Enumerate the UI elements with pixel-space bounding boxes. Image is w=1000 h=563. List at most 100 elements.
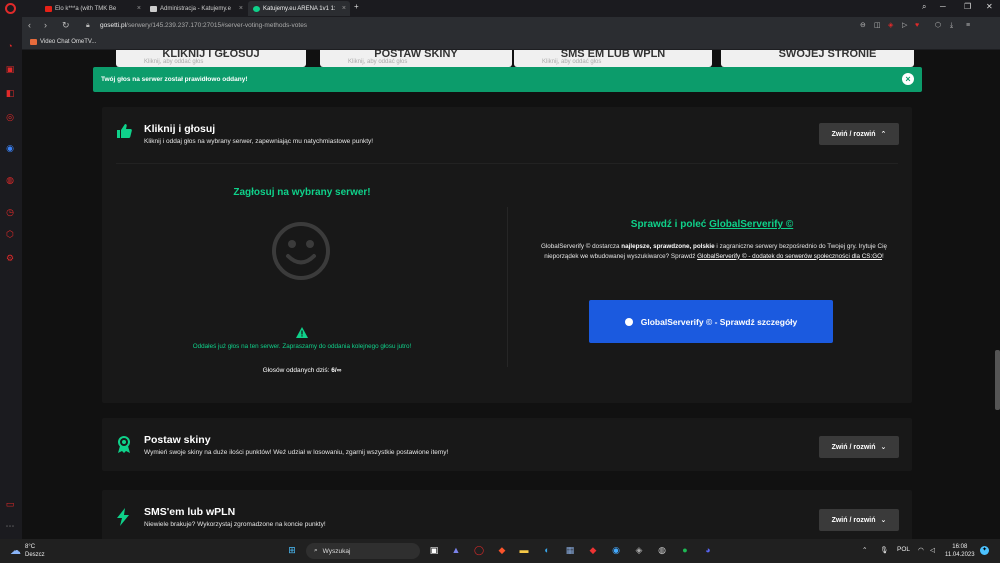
settings-icon[interactable]: ⚙: [5, 253, 15, 263]
tab-label: Administracja - Katujemy.e: [160, 5, 231, 12]
edge-icon[interactable]: ◐: [541, 544, 553, 556]
discord-icon[interactable]: ◕: [702, 544, 714, 556]
success-toast: Twój głos na serwer został prawidłowo od…: [93, 67, 922, 92]
ometv-icon: [30, 39, 37, 45]
reload-icon[interactable]: ↻: [62, 20, 70, 31]
url-field[interactable]: gosetti.pl/serwery/145.239.237.170:27015…: [100, 22, 307, 29]
clock[interactable]: 16:08 11.04.2023: [945, 543, 975, 559]
section-description: Wymień swoje skiny na duże ilości punktó…: [144, 449, 449, 456]
send-icon[interactable]: ▷: [902, 22, 909, 29]
search-placeholder: Wyszukaj: [322, 547, 351, 555]
speed-dial-icon[interactable]: ◔: [5, 41, 15, 51]
card-subtitle: Kliknij, aby oddać głos: [542, 59, 602, 65]
maximize-icon[interactable]: ❐: [964, 2, 971, 11]
close-tab-icon[interactable]: ×: [342, 5, 346, 12]
notification-icon[interactable]: ✦: [980, 546, 989, 555]
opera-taskbar-icon[interactable]: ◯: [473, 544, 485, 556]
steam-icon[interactable]: ◍: [656, 544, 668, 556]
brave-icon[interactable]: ◆: [496, 544, 508, 556]
globalserverify-heading: Sprawdź i poleć GlobalServerify ©: [532, 219, 892, 230]
card-own-site[interactable]: SWOJEJ STRONIE: [721, 50, 914, 67]
scrollbar[interactable]: [995, 350, 1000, 410]
card-sms[interactable]: SMS EM LUB WPLN Kliknij, aby oddać głos: [514, 50, 712, 67]
history-icon[interactable]: ◷: [5, 207, 15, 217]
section-title: Postaw skiny: [144, 434, 211, 446]
bookmarks-bar: Video Chat OmeTV...: [22, 36, 1000, 50]
opera-logo-icon[interactable]: [5, 3, 16, 14]
globalserverify-link[interactable]: GlobalServerify ©: [709, 219, 793, 230]
shopping-bag-icon[interactable]: ▣: [5, 64, 15, 74]
taskbar-search[interactable]: ⌕ Wyszukaj: [306, 543, 420, 559]
voting-method-cards: KLIKNIJ I GŁOSUJ Kliknij, aby oddać głos…: [22, 50, 1000, 67]
tab-katujemy[interactable]: Katujemy.eu ARENA 1v1 1: ×: [248, 1, 350, 16]
section-title: SMS'em lub wPLN: [144, 506, 236, 518]
weather-condition: Deszcz: [25, 552, 45, 558]
instagram-icon[interactable]: ◎: [5, 112, 15, 122]
toast-close-button[interactable]: ×: [902, 73, 914, 85]
language-indicator[interactable]: POL: [897, 546, 910, 553]
warning-icon: [296, 325, 308, 338]
section-description: Niewiele brakuje? Wykorzystaj zgromadzon…: [144, 521, 326, 528]
page-content: KLIKNIJ I GŁOSUJ Kliknij, aby oddać głos…: [22, 50, 1000, 539]
section-description: Kliknij i oddaj głos na wybrany serwer, …: [144, 138, 374, 145]
extensions-icon[interactable]: ⬡: [935, 22, 942, 29]
music-icon[interactable]: ◍: [5, 175, 15, 185]
tab-label: Katujemy.eu ARENA 1v1 1:: [263, 5, 336, 12]
close-window-icon[interactable]: ✕: [986, 2, 993, 11]
card-skins[interactable]: POSTAW SKINY Kliknij, aby oddać głos: [320, 50, 512, 67]
twitch-icon[interactable]: ◧: [5, 88, 15, 98]
app-icon[interactable]: ◈: [633, 544, 645, 556]
wifi-icon[interactable]: ◠: [918, 546, 924, 554]
smiley-icon: [271, 221, 331, 281]
adblock-icon[interactable]: ◈: [888, 22, 895, 29]
camera-icon[interactable]: ◫: [874, 22, 881, 29]
tab-admin[interactable]: Administracja - Katujemy.e ×: [145, 1, 247, 16]
bookmark-ometv[interactable]: Video Chat OmeTV...: [30, 39, 96, 45]
toggle-label: Zwiń / rozwiń: [831, 443, 876, 451]
wallet-icon[interactable]: ▭: [5, 499, 15, 509]
microphone-icon[interactable]: 🎙︎: [880, 546, 888, 554]
easy-setup-icon[interactable]: ≡: [966, 22, 973, 29]
zoom-icon[interactable]: ⊖: [860, 22, 867, 29]
close-tab-icon[interactable]: ×: [137, 5, 141, 12]
file-explorer-icon[interactable]: ▬: [518, 544, 530, 556]
collapse-toggle-button[interactable]: Zwiń / rozwiń ⌄: [819, 436, 899, 458]
back-icon[interactable]: ‹: [28, 20, 31, 30]
votes-today: Głosów oddanych dziś: 6/∞: [202, 367, 402, 374]
messenger-icon[interactable]: ◉: [5, 143, 15, 153]
lock-icon[interactable]: 🔒︎: [86, 22, 90, 30]
tab-youtube[interactable]: Elo k***a (with TMK Be ×: [40, 1, 145, 16]
card-title: SWOJEJ STRONIE: [778, 50, 877, 60]
collapse-toggle-button[interactable]: Zwiń / rozwiń ⌄: [819, 509, 899, 531]
store-icon[interactable]: ▦: [564, 544, 576, 556]
forward-icon[interactable]: ›: [44, 20, 47, 30]
page-icon: [150, 5, 157, 12]
award-icon: [116, 436, 132, 453]
collapse-toggle-button[interactable]: Zwiń / rozwiń ⌃: [819, 123, 899, 145]
app-red-icon[interactable]: ◆: [587, 544, 599, 556]
download-icon[interactable]: ⤓: [950, 22, 957, 29]
cube-icon[interactable]: ⬡: [5, 229, 15, 239]
new-tab-button[interactable]: +: [354, 2, 359, 11]
divider: [507, 207, 508, 367]
card-click-vote[interactable]: KLIKNIJ I GŁOSUJ Kliknij, aby oddać głos: [116, 50, 306, 67]
minimize-icon[interactable]: ─: [940, 2, 946, 11]
thumbs-up-icon: [116, 123, 132, 139]
windows-start-icon[interactable]: ⊞: [286, 544, 298, 556]
spotify-icon[interactable]: ●: [679, 544, 691, 556]
weather-widget[interactable]: ☁ 8°C Deszcz: [10, 543, 45, 559]
temperature: 8°C: [25, 544, 36, 550]
volume-icon[interactable]: ◁: [930, 546, 935, 554]
divider: [116, 163, 898, 164]
globalserverify-details-button[interactable]: GlobalServerify © - Sprawdź szczegóły: [589, 300, 833, 343]
chevron-up-icon[interactable]: ⌃: [862, 546, 867, 554]
teams-icon[interactable]: ▲: [450, 544, 462, 556]
chrome-icon[interactable]: ◉: [610, 544, 622, 556]
heart-icon[interactable]: ♥: [915, 22, 922, 29]
addon-link[interactable]: GlobalServerify © - dodatek do serwerów …: [697, 253, 882, 260]
task-view-icon[interactable]: ▣: [428, 544, 440, 556]
close-tab-icon[interactable]: ×: [239, 5, 243, 12]
vote-heading: Zagłosuj na wybrany serwer!: [233, 187, 371, 198]
search-tabs-icon[interactable]: ⌕: [922, 2, 926, 12]
more-icon[interactable]: ⋯: [5, 521, 15, 531]
